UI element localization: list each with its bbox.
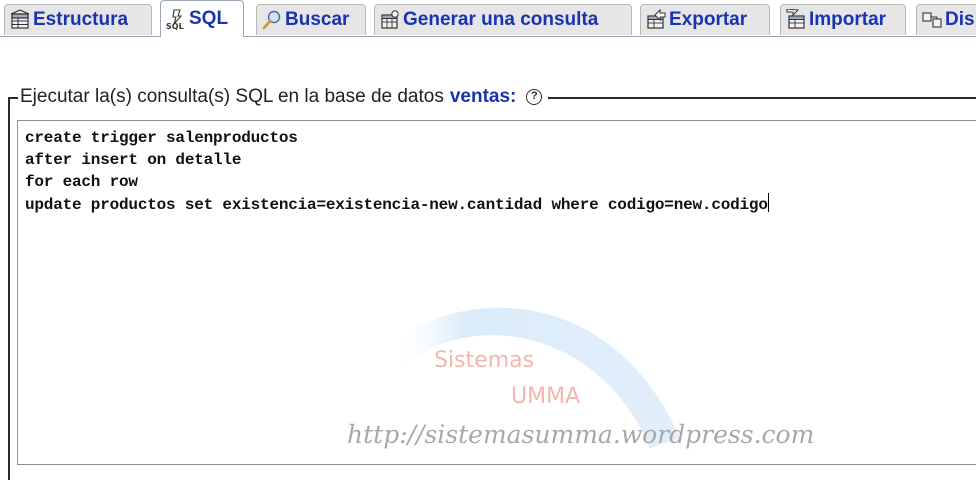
text-caret bbox=[767, 193, 769, 212]
export-icon bbox=[645, 9, 667, 31]
tab-sql[interactable]: SQL SQL bbox=[160, 0, 244, 37]
sql-line-3: for each row bbox=[25, 173, 138, 191]
watermark-line-1: Sistemas bbox=[434, 348, 535, 373]
tab-generar-consulta[interactable]: Generar una consulta bbox=[374, 4, 632, 35]
tab-buscar[interactable]: Buscar bbox=[256, 4, 366, 35]
tab-label: Buscar bbox=[285, 9, 350, 30]
phpmyadmin-sql-page: Estructura SQL SQL Buscar Generar una co… bbox=[0, 0, 976, 480]
tab-label: SQL bbox=[189, 8, 229, 29]
tab-label: Generar una consulta bbox=[403, 9, 599, 30]
sql-line-2: after insert on detalle bbox=[25, 151, 242, 169]
tab-label: Importar bbox=[809, 9, 887, 30]
fieldset-legend: Ejecutar la(s) consulta(s) SQL en la bas… bbox=[18, 84, 549, 110]
structure-icon bbox=[9, 9, 31, 31]
tab-label: Estructura bbox=[33, 9, 129, 30]
tab-exportar[interactable]: Exportar bbox=[640, 4, 770, 35]
tab-label: Exportar bbox=[669, 9, 748, 30]
watermark-url: http://sistemasumma.wordpress.com bbox=[347, 420, 815, 449]
sql-query-text: create trigger salenproductos after inser… bbox=[25, 127, 769, 215]
import-icon bbox=[785, 9, 807, 31]
designer-icon bbox=[921, 9, 943, 31]
tab-estructura[interactable]: Estructura bbox=[4, 4, 152, 35]
sql-line-4-text: update productos set existencia=existenc… bbox=[25, 196, 768, 214]
tab-bar: Estructura SQL SQL Buscar Generar una co… bbox=[0, 0, 976, 37]
sql-icon: SQL bbox=[165, 8, 187, 30]
sql-line-4: update productos set existencia=existenc… bbox=[25, 193, 769, 215]
tab-importar[interactable]: Importar bbox=[780, 4, 906, 35]
tab-label: Dis bbox=[945, 9, 975, 30]
watermark-line-2: UMMA bbox=[511, 384, 581, 409]
legend-text: Ejecutar la(s) consulta(s) SQL en la bas… bbox=[20, 86, 444, 107]
database-name-link[interactable]: ventas: bbox=[450, 86, 517, 108]
query-builder-icon bbox=[379, 9, 401, 31]
sql-query-textarea[interactable]: create trigger salenproductos after inser… bbox=[17, 120, 976, 465]
fieldset-border-left bbox=[8, 97, 10, 480]
sql-line-1: create trigger salenproductos bbox=[25, 129, 298, 147]
svg-text:SQL: SQL bbox=[166, 22, 184, 30]
search-icon bbox=[261, 9, 283, 31]
tab-disenador[interactable]: Dis bbox=[916, 4, 976, 35]
help-icon[interactable]: ? bbox=[526, 89, 543, 105]
